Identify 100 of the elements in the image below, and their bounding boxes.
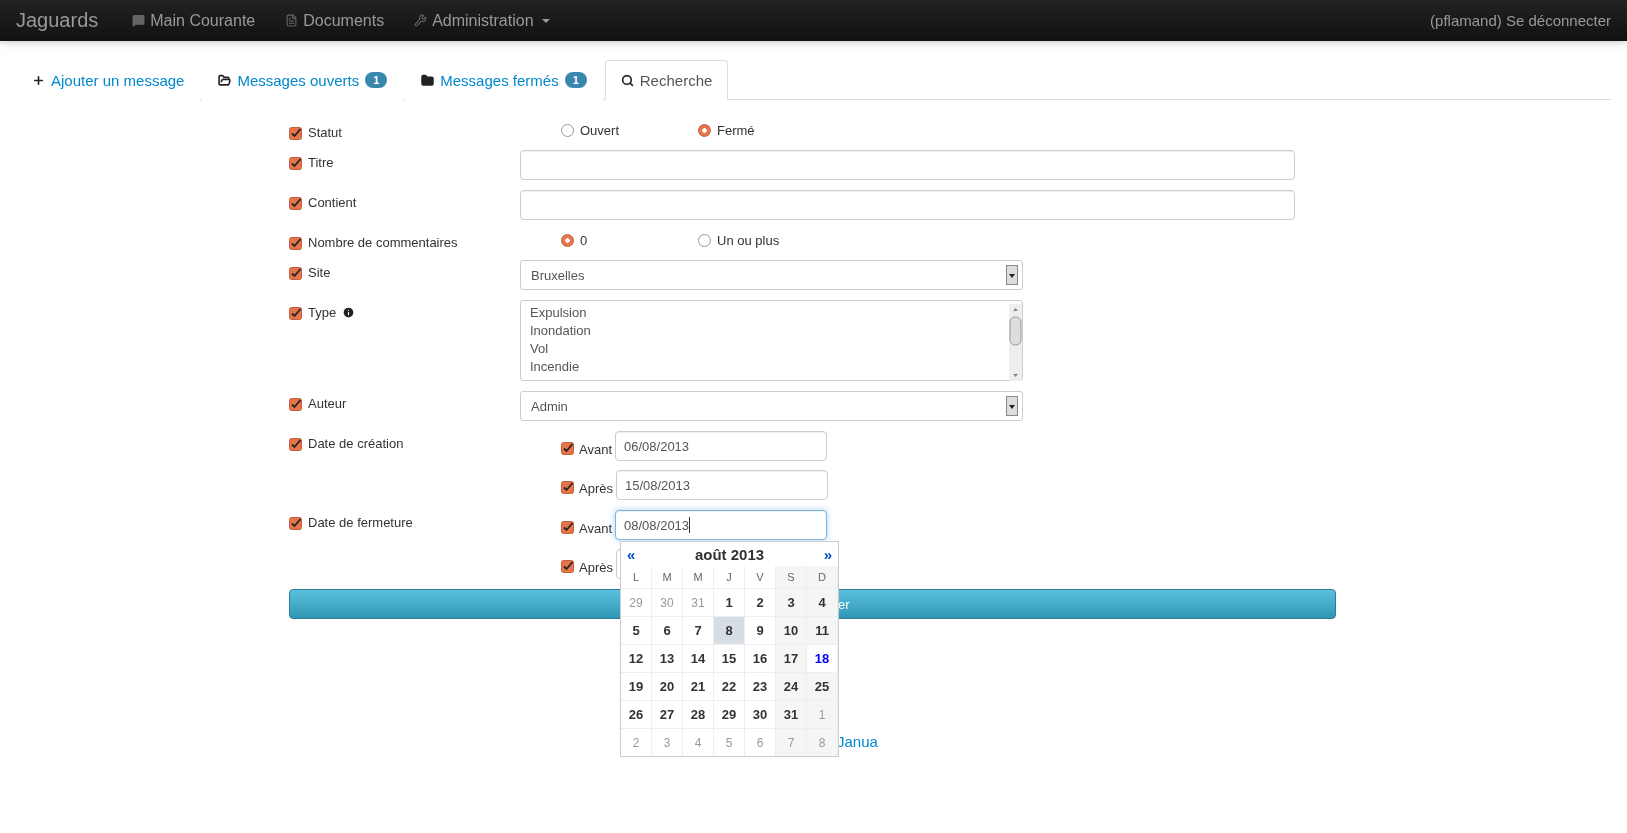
field-label: Type [308,305,337,320]
logout-link[interactable]: (pflamand) Se déconnecter [1430,12,1611,29]
radio-label: Ouvert [580,123,619,138]
calendar-day[interactable]: 6 [652,616,683,644]
radio-label: Un ou plus [717,233,780,248]
brand-link[interactable]: Jaguards [16,9,99,32]
field-label: Date de fermeture [308,515,413,530]
wrench-icon [414,14,428,27]
list-item[interactable]: Incendie [530,358,1009,376]
radio-button[interactable] [698,124,711,137]
calendar-day[interactable]: 9 [745,616,776,644]
checkbox[interactable] [289,127,302,140]
nav-link[interactable]: Administration [414,11,550,30]
checkbox[interactable] [289,438,302,451]
search-icon [620,73,634,87]
field-label: Contient [308,195,357,210]
calendar-day[interactable]: 12 [621,644,652,672]
radio-button[interactable] [561,124,574,137]
plus-icon [32,73,45,87]
next-month-button[interactable]: » [823,545,832,563]
calendar-day[interactable]: 19 [621,672,652,700]
field-label: Auteur [308,396,347,411]
bound-label: Après [579,480,613,496]
calendar-day[interactable]: 16 [745,644,776,672]
radio-button[interactable] [561,234,574,247]
calendar-day[interactable]: 24 [776,672,807,700]
radio-button[interactable] [698,234,711,247]
calendar-day[interactable]: 22 [714,672,745,700]
calendar-day[interactable]: 26 [621,700,652,728]
date-field[interactable]: 15/08/2013 [615,470,828,500]
open-folder-icon [218,73,232,87]
folder-icon [421,73,435,87]
list-item[interactable]: Vol [530,340,1009,358]
calendar-day[interactable]: 23 [745,672,776,700]
checkbox[interactable] [289,307,302,320]
checkbox[interactable] [289,157,302,170]
bound-label: Avant [579,441,612,457]
footer-link[interactable]: Janua [837,733,878,750]
date-field[interactable]: 06/08/2013 [615,431,827,461]
calendar-day[interactable]: 27 [652,700,683,728]
weekday-label: D [807,566,838,588]
info-icon [342,306,356,319]
list-item[interactable]: Expulsion [530,304,1009,322]
calendar-day[interactable]: 2 [745,588,776,616]
field-label: Titre [308,155,334,170]
previous-month-button[interactable]: « [627,545,636,563]
document-icon [285,14,299,27]
checkbox[interactable] [561,520,574,534]
speech-bubble-icon [132,14,146,27]
calendar-day[interactable]: 15 [714,644,745,672]
calendar-day[interactable]: 28 [683,700,714,728]
calendar-day[interactable]: 8 [714,616,745,644]
field-label: Date de création [308,436,404,451]
bound-label: Avant [579,520,612,536]
tab[interactable]: Recherche [604,60,729,100]
radio-label: 0 [580,233,588,248]
bound-label: Après [579,559,613,575]
calendar-day[interactable]: 30 [745,700,776,728]
field-label: Nombre de commentaires [308,235,458,250]
calendar-day[interactable]: 10 [776,616,807,644]
calendar-day[interactable]: 4 [807,588,838,616]
calendar-day[interactable]: 14 [683,644,714,672]
weekday-label: S [776,566,807,588]
nav-link[interactable]: Main Courante [132,11,256,30]
month-title: août 2013 [694,545,765,563]
calendar-day[interactable]: 29 [714,700,745,728]
scrollbar[interactable] [1009,304,1022,381]
calendar-day[interactable]: 18 [807,644,838,672]
list-item[interactable]: Inondation [530,322,1009,340]
calendar-day[interactable]: 20 [652,672,683,700]
checkbox[interactable] [289,237,302,250]
calendar-day[interactable]: 25 [807,672,838,700]
calendar-day[interactable]: 5 [621,616,652,644]
calendar-day[interactable]: 13 [652,644,683,672]
date-field[interactable]: 08/08/2013 [615,510,827,540]
checkbox[interactable] [289,267,302,280]
checkbox[interactable] [561,559,574,573]
nav-link[interactable]: Documents [285,11,385,30]
radio-label: Fermé [717,123,755,138]
calendar-day[interactable]: 21 [683,672,714,700]
count-badge: 1 [564,72,587,88]
select-field[interactable]: Bruxelles [520,260,1023,290]
checkbox[interactable] [561,441,574,455]
text-field[interactable] [520,150,1295,180]
calendar-day[interactable]: 7 [683,616,714,644]
field-label: Site [308,265,331,280]
calendar-day[interactable]: 3 [776,588,807,616]
checkbox[interactable] [289,398,302,411]
checkbox[interactable] [561,480,574,494]
calendar-day[interactable]: 17 [776,644,807,672]
checkbox[interactable] [289,197,302,210]
list-box[interactable]: Expulsion Inondation Vol Incendie [520,300,1023,381]
select-field[interactable]: Admin [520,391,1023,421]
calendar-day[interactable]: 1 [714,588,745,616]
checkbox[interactable] [289,517,302,530]
calendar-day[interactable]: 11 [807,616,838,644]
text-field[interactable] [520,190,1295,220]
count-badge: 1 [365,72,388,88]
caret-icon [541,18,550,23]
calendar-day[interactable]: 31 [776,700,807,728]
